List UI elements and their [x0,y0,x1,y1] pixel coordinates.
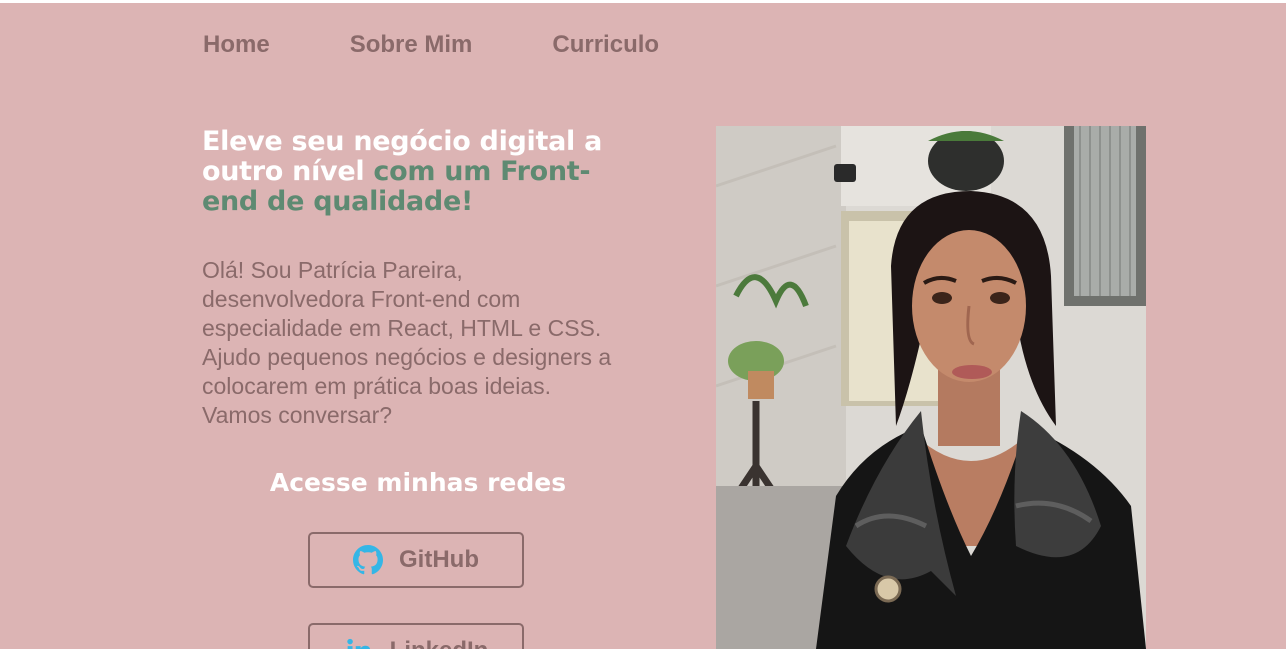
nav-sobre-mim-link[interactable]: Sobre Mim [350,31,473,59]
linkedin-button[interactable]: LinkedIn [308,623,524,649]
networks-title: Acesse minhas redes [269,468,567,497]
top-strip [0,0,1286,3]
github-label: GitHub [399,546,479,573]
github-button[interactable]: GitHub [308,532,524,588]
intro-paragraph: Olá! Sou Patrícia Pareira, desenvolvedor… [202,257,612,428]
hero-headline: Eleve seu negócio digital a outro nível … [202,127,642,217]
github-icon [353,545,383,575]
nav-home-link[interactable]: Home [203,31,270,59]
linkedin-label: LinkedIn [390,637,489,649]
nav-curriculo-link[interactable]: Curriculo [552,31,659,59]
profile-photo [716,126,1146,649]
linkedin-icon [344,636,374,649]
main-nav: Home Sobre Mim Curriculo [203,30,739,60]
